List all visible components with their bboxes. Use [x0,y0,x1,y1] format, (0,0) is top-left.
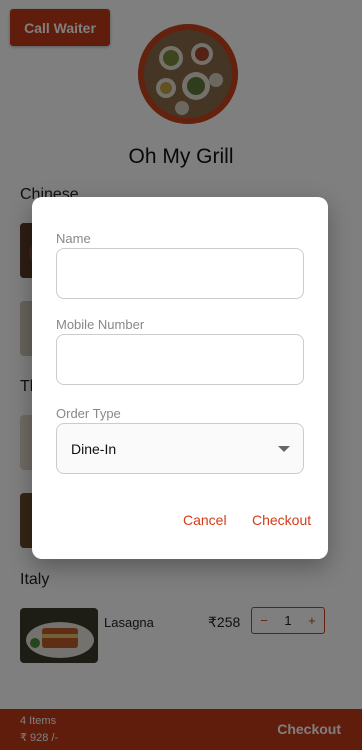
checkout-dialog: Name Mobile Number Order Type Dine-In Ca… [32,197,328,559]
checkout-button[interactable]: Checkout [252,512,311,528]
dropdown-caret-icon [278,446,290,452]
mobile-number-input[interactable] [56,334,304,385]
order-type-value: Dine-In [71,440,117,457]
order-type-label: Order Type [56,406,121,421]
order-type-select[interactable]: Dine-In [56,423,304,474]
mobile-number-label: Mobile Number [56,317,145,332]
name-input[interactable] [56,248,304,299]
cancel-button[interactable]: Cancel [183,512,227,528]
name-label: Name [56,231,91,246]
